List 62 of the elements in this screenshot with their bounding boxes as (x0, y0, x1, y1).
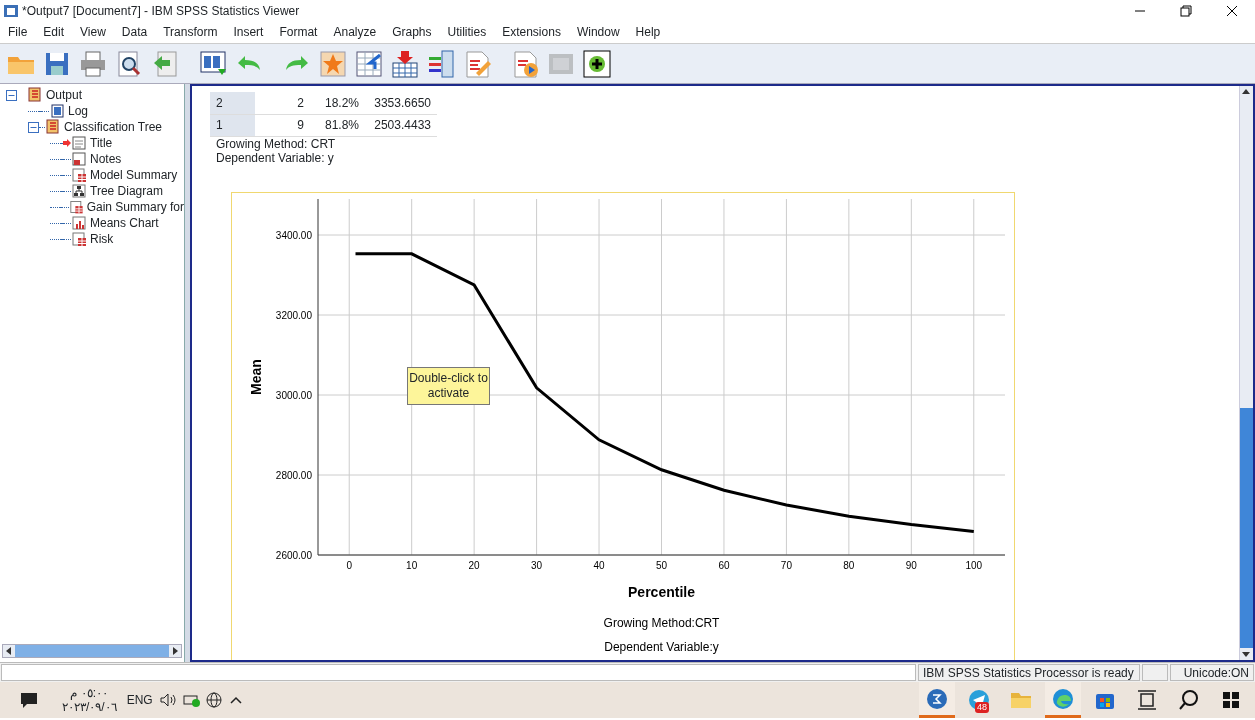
y-axis-title: Mean (248, 358, 264, 395)
table-cell: 18.2% (310, 92, 365, 114)
table-cell: 1 (210, 114, 255, 136)
tree-item[interactable]: Means Chart (90, 215, 159, 231)
status-text: IBM SPSS Statistics Processor is ready (918, 664, 1140, 681)
tree-item[interactable]: Model Summary (90, 167, 178, 183)
menu-item[interactable]: Extensions (494, 22, 569, 43)
tick-label: 100 (965, 559, 983, 571)
menu-item[interactable]: Insert (225, 22, 272, 43)
menu-item[interactable]: Transform (155, 22, 226, 43)
menu-item[interactable]: Utilities (439, 22, 495, 43)
table-cell: 2 (255, 92, 310, 114)
table-cell: 2 (210, 92, 255, 114)
menu-item[interactable]: Edit (35, 22, 73, 43)
tick-label: 3200.00 (275, 309, 312, 321)
window-title: *Output7 [Document7] - IBM SPSS Statistics Viewer (22, 3, 301, 20)
tick-label: 60 (718, 559, 730, 571)
table-cell: 9 (255, 114, 310, 136)
notification-badge: 48 (975, 702, 989, 713)
table-cell: 3353.6650 (365, 92, 437, 114)
table-cell: 81.8% (310, 114, 365, 136)
tree-item[interactable]: Risk (90, 231, 114, 247)
tick-label: 3000.00 (275, 389, 312, 401)
tick-label: 10 (406, 559, 418, 571)
menu-item[interactable]: Data (113, 22, 156, 43)
tick-label: 30 (531, 559, 543, 571)
tick-label: 90 (905, 559, 917, 571)
tick-label: 50 (655, 559, 668, 571)
chart-footnote: Growing Method:CRT (603, 615, 720, 630)
tick-label: 70 (780, 559, 792, 571)
menu-item[interactable]: Analyze (325, 22, 385, 43)
table-footnote: Dependent Variable: y (215, 150, 335, 165)
tick-label: 2600.00 (275, 549, 312, 561)
clock-date[interactable]: ٢٠٢٣/٠٩/٠٦ (62, 700, 117, 714)
menu-item[interactable]: View (72, 22, 114, 43)
clock-time[interactable]: ٠٥:٠٠ م (70, 686, 109, 700)
tick-label: 80 (843, 559, 855, 571)
tree-item[interactable]: Classification Tree (64, 119, 163, 135)
menu-item[interactable]: Format (271, 22, 326, 43)
menu-item[interactable]: Help (627, 22, 669, 43)
tree-item[interactable]: Tree Diagram (90, 183, 163, 199)
tree-item[interactable]: Notes (90, 151, 122, 167)
table-footnote: Growing Method: CRT (215, 136, 337, 151)
tooltip: Double-click to activate (407, 366, 490, 405)
table-cell: 2503.4433 (365, 114, 437, 136)
tick-label: 3400.00 (275, 229, 312, 241)
tick-label: 40 (593, 559, 605, 571)
tree-item[interactable]: Output (46, 87, 83, 103)
taskbar-button[interactable]: 48 (961, 682, 997, 718)
tree-item[interactable]: Log (68, 103, 89, 119)
tick-label: 0 (346, 559, 352, 571)
menu-item[interactable]: Graphs (384, 22, 440, 43)
tick-label: 2800.00 (275, 469, 312, 481)
tree-item[interactable]: Title (90, 135, 113, 151)
language-indicator[interactable]: ENG (126, 691, 153, 709)
tree-item[interactable]: Gain Summary for (86, 199, 184, 215)
menu-item[interactable]: Window (568, 22, 628, 43)
x-axis-title: Percentile (628, 583, 695, 600)
status-text: Unicode:ON (1170, 664, 1254, 681)
menu-item[interactable]: File (0, 22, 36, 43)
chart-footnote: Dependent Variable:y (604, 639, 719, 654)
tick-label: 20 (468, 559, 480, 571)
